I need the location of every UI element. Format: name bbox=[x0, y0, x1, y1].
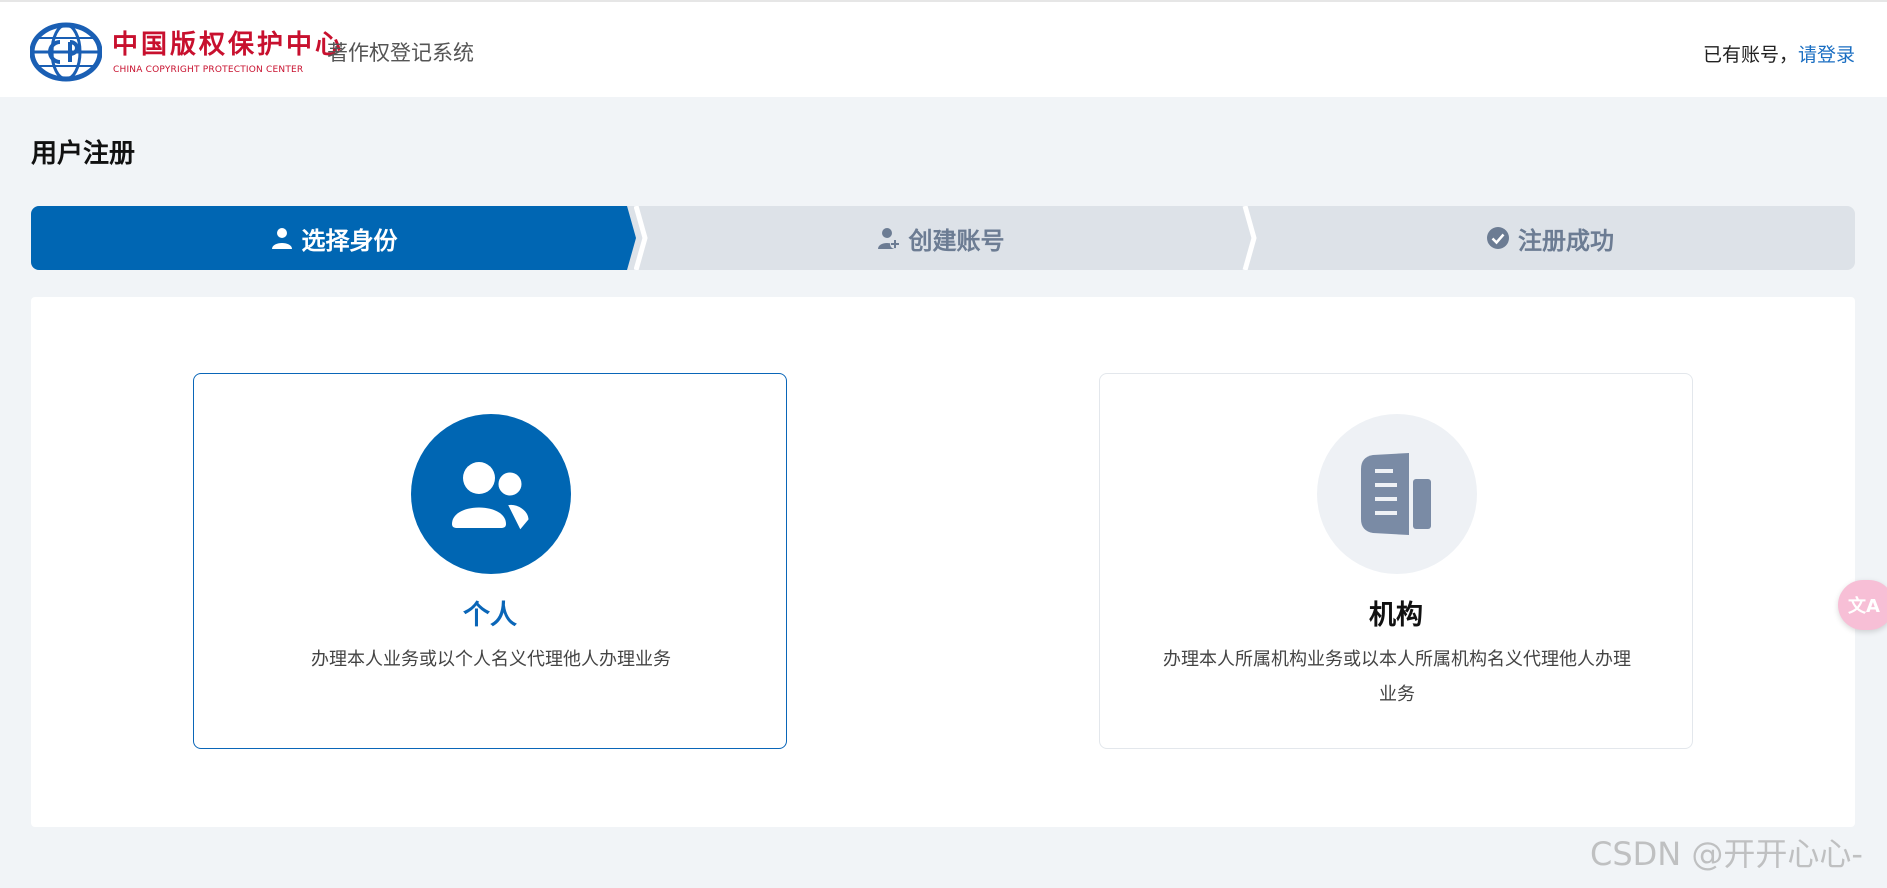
logo-english-text: CHINA COPYRIGHT PROTECTION CENTER bbox=[113, 65, 304, 75]
step-create-account: 创建账号 bbox=[636, 206, 1245, 270]
card-description: 办理本人业务或以个人名义代理他人办理业务 bbox=[311, 649, 671, 670]
registration-steps: 选择身份 创建账号 注册成功 bbox=[31, 206, 1855, 270]
organization-icon-circle bbox=[1317, 414, 1477, 574]
users-icon bbox=[452, 462, 532, 534]
step-label: 选择身份 bbox=[301, 226, 398, 255]
cpc-logo-icon bbox=[30, 22, 102, 82]
login-link[interactable]: 请登录 bbox=[1798, 44, 1855, 66]
logo-chinese-text: 中国版权保护中心 bbox=[112, 30, 345, 60]
card-description: 办理本人所属机构业务或以本人所属机构名义代理他人办理业务 bbox=[1163, 649, 1631, 705]
user-icon bbox=[271, 228, 292, 249]
building-document-icon bbox=[1361, 453, 1431, 535]
system-name: 著作权登记系统 bbox=[327, 41, 474, 65]
user-plus-icon bbox=[877, 228, 900, 249]
page-title: 用户注册 bbox=[31, 139, 136, 169]
step-label: 注册成功 bbox=[1518, 226, 1614, 255]
translate-icon: 文A bbox=[1848, 596, 1880, 617]
step-label: 创建账号 bbox=[908, 226, 1005, 255]
personal-identity-card[interactable]: 个人 办理本人业务或以个人名义代理他人办理业务 bbox=[193, 373, 787, 749]
csdn-watermark: CSDN @开开心心- bbox=[1590, 835, 1863, 873]
organization-identity-card[interactable]: 机构 办理本人所属机构业务或以本人所属机构名义代理他人办理业务 bbox=[1099, 373, 1693, 749]
identity-panel: 个人 办理本人业务或以个人名义代理他人办理业务 机构 办理本人所属机构业务或以本… bbox=[31, 297, 1855, 827]
login-area: 已有账号，请登录 bbox=[1703, 43, 1855, 67]
card-title: 个人 bbox=[463, 600, 517, 631]
translate-float-button[interactable]: 文A bbox=[1838, 580, 1887, 630]
step-register-success: 注册成功 bbox=[1245, 206, 1855, 270]
card-title: 机构 bbox=[1369, 600, 1423, 631]
step-select-identity: 选择身份 bbox=[31, 206, 636, 270]
check-circle-icon bbox=[1487, 227, 1509, 249]
top-header: 中国版权保护中心 CHINA COPYRIGHT PROTECTION CENT… bbox=[0, 0, 1887, 97]
personal-icon-circle bbox=[411, 414, 571, 574]
login-prompt: 已有账号， bbox=[1702, 44, 1798, 66]
